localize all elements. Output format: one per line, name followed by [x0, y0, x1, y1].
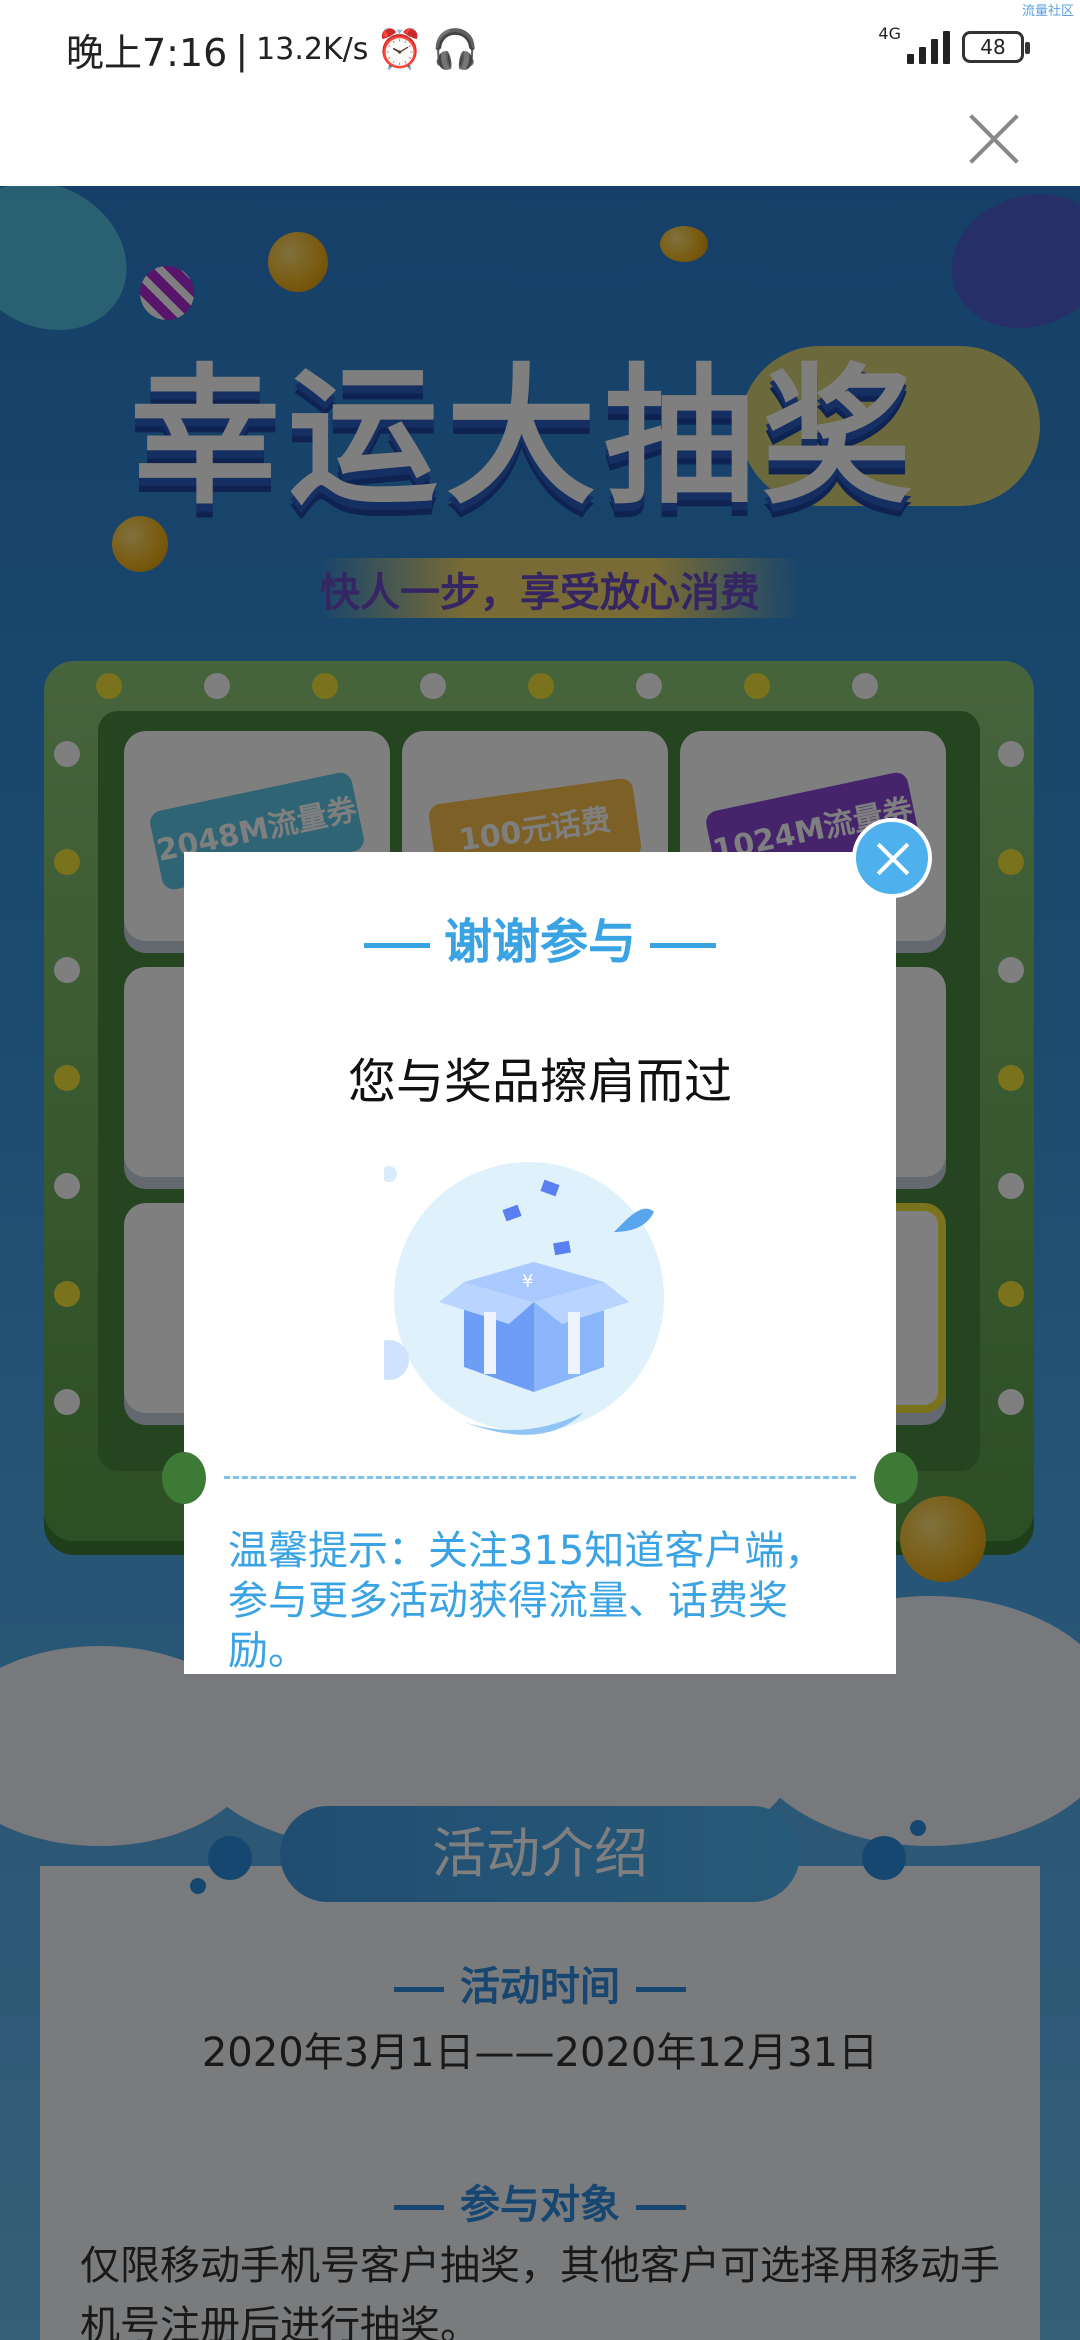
- watermark: 流量社区: [1021, 4, 1074, 19]
- dialog-tip: 温馨提示：关注315知道客户端，参与更多活动获得流量、话费奖励。: [228, 1528, 825, 1674]
- network-speed: 13.2K/s: [256, 32, 369, 67]
- alarm-icon: ⏰: [376, 27, 424, 71]
- status-time: 晚上7:16: [66, 31, 228, 75]
- close-icon[interactable]: [960, 104, 1030, 174]
- battery-icon: 48: [962, 31, 1030, 63]
- svg-text:¥: ¥: [522, 1271, 533, 1292]
- dialog-message: 您与奖品擦肩而过: [347, 1054, 732, 1110]
- status-left: 晚上7:16 | 13.2K/s ⏰ 🎧: [66, 22, 479, 77]
- status-bar: 晚上7:16 | 13.2K/s ⏰ 🎧 4G 48 流量社区: [0, 0, 1080, 96]
- dialog-title-text: 谢谢参与: [443, 914, 636, 970]
- gift-box-icon: ¥: [384, 1152, 674, 1442]
- battery-level: 48: [980, 35, 1006, 59]
- status-divider: |: [235, 27, 249, 72]
- status-right: 4G 48: [878, 24, 1030, 64]
- ticket-notch: [162, 1452, 206, 1504]
- result-dialog: 谢谢参与 您与奖品擦肩而过 ¥ 温馨提示：关注315知道客户端，参与更多活动获得…: [162, 852, 918, 1674]
- dialog-title: 谢谢参与: [184, 902, 896, 972]
- ticket-notch: [874, 1452, 918, 1504]
- signal-icon: [907, 30, 950, 64]
- close-icon[interactable]: [852, 818, 932, 898]
- top-nav: [0, 96, 1080, 186]
- network-type: 4G: [878, 23, 901, 43]
- headphones-icon: 🎧: [431, 27, 480, 71]
- dialog-divider: [224, 1476, 856, 1479]
